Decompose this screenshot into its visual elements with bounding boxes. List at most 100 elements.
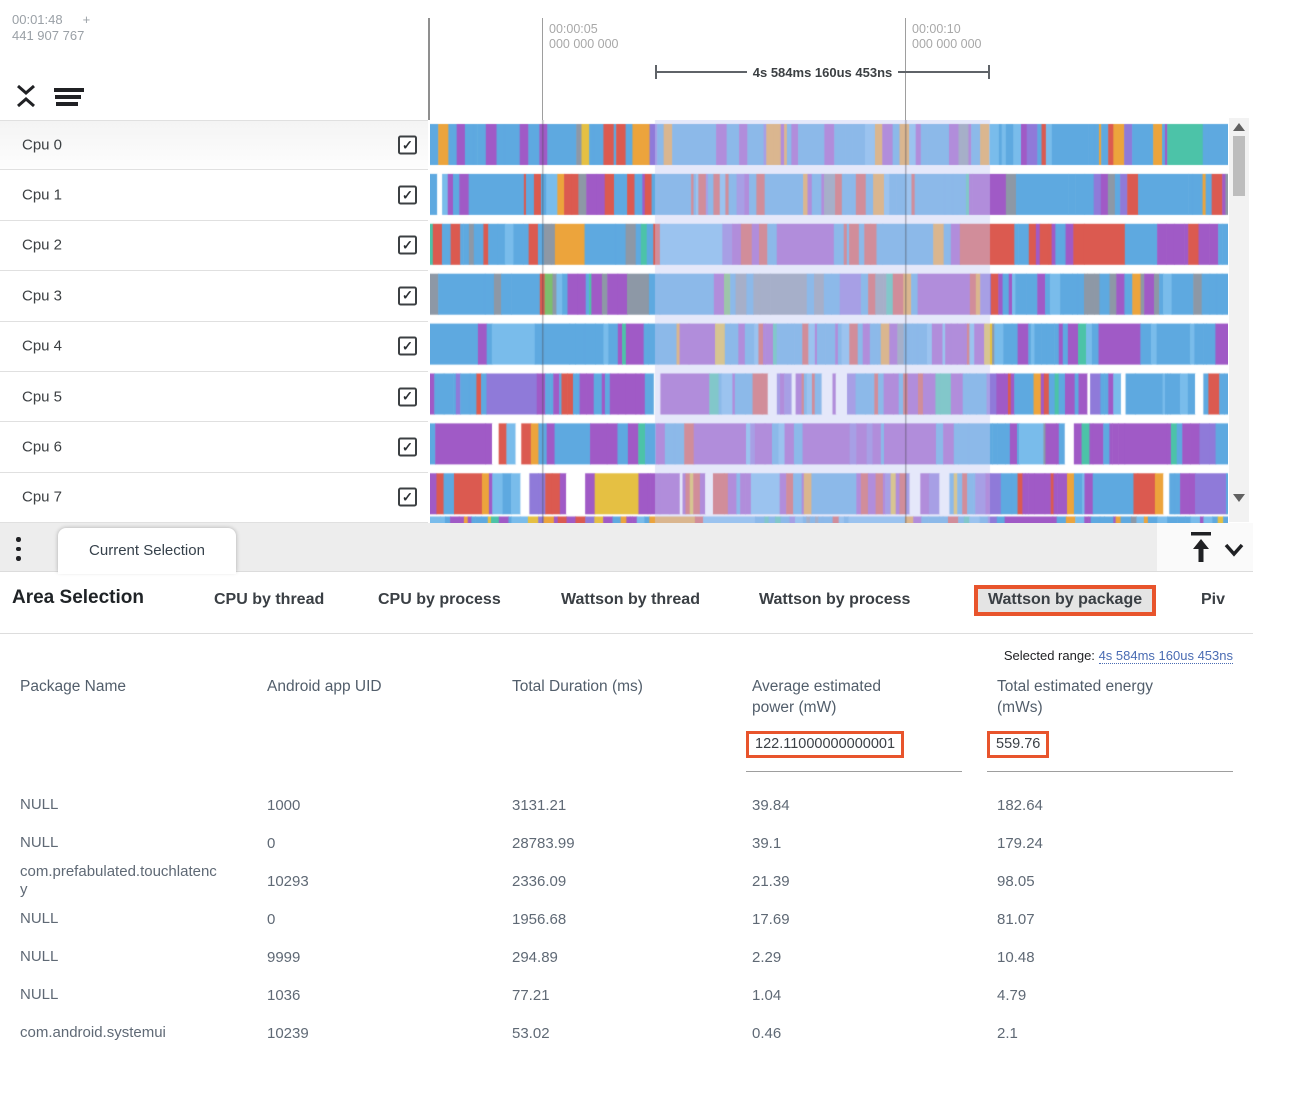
track-checkbox[interactable]: ✓ [398, 387, 417, 406]
table-row[interactable]: NULL028783.9939.1179.24 [0, 824, 1260, 862]
table-cell: 9999 [267, 949, 512, 966]
track-label: Cpu 3 [22, 287, 62, 304]
cell-value: 98.05 [997, 873, 1035, 890]
track-label: Cpu 0 [22, 137, 62, 154]
table-cell: 39.84 [752, 797, 997, 814]
selected-range-note: Selected range: 4s 584ms 160us 453ns [1004, 648, 1233, 663]
table-cell: 28783.99 [512, 835, 752, 852]
panel-tab-wattson-by-package[interactable]: Wattson by package [974, 585, 1156, 616]
scrollbar-down-icon[interactable] [1233, 494, 1245, 502]
table-cell: 2.29 [752, 949, 997, 966]
track-row-cpu-6[interactable]: Cpu 6 ✓ [0, 422, 428, 472]
panel-tab-piv[interactable]: Piv [1201, 591, 1225, 609]
track-row-cpu-2[interactable]: Cpu 2 ✓ [0, 221, 428, 271]
tab-current-selection-label: Current Selection [89, 542, 205, 559]
cell-value: 0 [267, 911, 275, 928]
table-cell: NULL [20, 834, 267, 852]
cell-value: NULL [20, 796, 58, 814]
cell-value: NULL [20, 948, 58, 966]
cell-value: 3131.21 [512, 797, 566, 814]
cell-value: NULL [20, 834, 58, 852]
table-cell: 98.05 [997, 873, 1260, 890]
tracks-scrollbar[interactable] [1229, 118, 1249, 522]
table-cell: 0 [267, 911, 512, 928]
cell-value: NULL [20, 910, 58, 928]
table-cell: 0.46 [752, 1025, 997, 1042]
track-label: Cpu 6 [22, 439, 62, 456]
column-header[interactable]: Total estimated energy (mWs) [997, 676, 1169, 718]
ruler-tick-label-5s: 00:00:05000 000 000 [549, 22, 619, 52]
track-label: Cpu 5 [22, 388, 62, 405]
track-checkbox[interactable]: ✓ [398, 337, 417, 356]
track-checkbox[interactable]: ✓ [398, 438, 417, 457]
table-cell: 53.02 [512, 1025, 752, 1042]
track-label: Cpu 2 [22, 237, 62, 254]
tab-current-selection[interactable]: Current Selection [58, 528, 236, 572]
table-row[interactable]: com.prefabulated.touchlatency102932336.0… [0, 862, 1260, 900]
track-checkbox[interactable]: ✓ [398, 488, 417, 507]
track-label: Cpu 4 [22, 338, 62, 355]
collapse-panel-chevron-icon[interactable] [1222, 537, 1246, 561]
cell-value: 0.46 [752, 1025, 781, 1042]
column-header[interactable]: Average estimated power (mW) [752, 676, 904, 718]
panel-tab-cpu-by-process[interactable]: CPU by process [378, 591, 501, 609]
track-row-cpu-4[interactable]: Cpu 4 ✓ [0, 322, 428, 372]
track-checkbox[interactable]: ✓ [398, 286, 417, 305]
track-checkbox[interactable]: ✓ [398, 186, 417, 205]
summary-cell-avg-power: 122.11000000000001 [746, 730, 962, 772]
cell-value: 10239 [267, 1025, 309, 1042]
kebab-menu-icon[interactable] [16, 537, 22, 566]
column-header[interactable]: Total Duration (ms) [512, 676, 643, 697]
panel-tab-wattson-by-thread[interactable]: Wattson by thread [561, 591, 700, 609]
expand-panel-icon[interactable] [1188, 530, 1214, 564]
cell-value: 2336.09 [512, 873, 566, 890]
panel-tab-wattson-by-process[interactable]: Wattson by process [759, 591, 910, 609]
cpu-tracks-canvas[interactable] [430, 120, 1228, 523]
table-cell: com.android.systemui [20, 1024, 267, 1042]
cell-value: 1.04 [752, 987, 781, 1004]
selection-duration-label: 4s 584ms 160us 453ns [747, 65, 899, 80]
track-row-cpu-1[interactable]: Cpu 1✓ [0, 170, 428, 220]
cell-value: 81.07 [997, 911, 1035, 928]
scrollbar-up-icon[interactable] [1233, 123, 1245, 131]
table-row[interactable]: com.android.systemui1023953.020.462.1 [0, 1014, 1260, 1052]
table-row[interactable]: NULL10003131.2139.84182.64 [0, 786, 1260, 824]
summary-cell-total-energy: 559.76 [987, 730, 1233, 772]
track-checkbox[interactable]: ✓ [398, 236, 417, 255]
table-cell: 1000 [267, 797, 512, 814]
table-cell: 179.24 [997, 835, 1260, 852]
track-row-cpu-7[interactable]: Cpu 7✓ [0, 473, 428, 523]
cell-value: 39.84 [752, 797, 790, 814]
table-cell: 39.1 [752, 835, 997, 852]
cell-value: 39.1 [752, 835, 781, 852]
track-row-cpu-5[interactable]: Cpu 5 ✓ [0, 372, 428, 422]
table-row[interactable]: NULL9999294.892.2910.48 [0, 938, 1260, 976]
scrollbar-thumb[interactable] [1233, 136, 1245, 196]
table-cell: 3131.21 [512, 797, 752, 814]
selection-duration-bracket: 4s 584ms 160us 453ns [655, 64, 990, 80]
table-cell: NULL [20, 910, 267, 928]
selected-range-link[interactable]: 4s 584ms 160us 453ns [1099, 648, 1233, 664]
track-row-cpu-0[interactable]: Cpu 0 ✓ [0, 120, 428, 170]
table-cell: 1956.68 [512, 911, 752, 928]
track-row-cpu-3[interactable]: Cpu 3 ✓ [0, 271, 428, 321]
table-cell: NULL [20, 986, 267, 1004]
table-cell: 81.07 [997, 911, 1260, 928]
table-row[interactable]: NULL01956.6817.6981.07 [0, 900, 1260, 938]
ruler-tick-line-5s [542, 18, 543, 120]
cell-value: com.android.systemui [20, 1024, 166, 1042]
timeline-origin-timestamp: 00:01:48+ 441 907 767 [12, 12, 90, 44]
cell-value: 1956.68 [512, 911, 566, 928]
cell-value: 21.39 [752, 873, 790, 890]
table-cell: 10293 [267, 873, 512, 890]
track-checkbox[interactable]: ✓ [398, 136, 417, 155]
panel-title: Area Selection [12, 587, 144, 609]
column-header[interactable]: Android app UID [267, 676, 382, 697]
ruler-tick-label-10s: 00:00:10000 000 000 [912, 22, 982, 52]
collapse-tracks-icon[interactable] [14, 82, 38, 110]
sort-tracks-icon[interactable] [54, 88, 86, 106]
cell-value: 53.02 [512, 1025, 550, 1042]
table-row[interactable]: NULL103677.211.044.79 [0, 976, 1260, 1014]
column-header[interactable]: Package Name [20, 676, 126, 697]
panel-tab-cpu-by-thread[interactable]: CPU by thread [214, 591, 324, 609]
